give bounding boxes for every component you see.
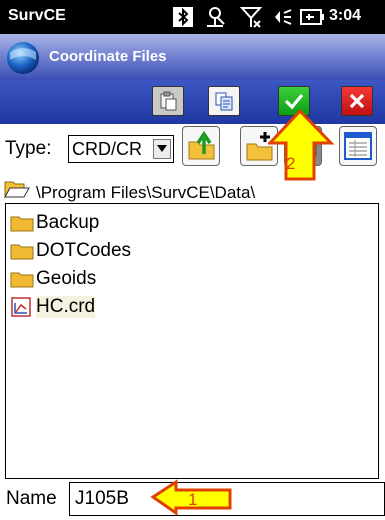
app-name: SurvCE xyxy=(8,7,66,24)
network-sync-icon[interactable] xyxy=(204,6,226,28)
folder-icon xyxy=(10,216,34,232)
callout-arrow-2 xyxy=(268,108,334,181)
windows-start-icon[interactable] xyxy=(5,40,43,76)
status-bar: SurvCE 3:04 xyxy=(0,0,385,34)
cancel-button[interactable] xyxy=(341,86,373,116)
list-item-label: DOTCodes xyxy=(36,240,132,261)
no-signal-icon[interactable] xyxy=(240,6,262,28)
title-bar: Coordinate Files xyxy=(0,34,385,80)
type-dropdown[interactable]: CRD/CR xyxy=(68,135,174,163)
callout-number-1: 1 xyxy=(188,490,198,509)
battery-icon[interactable] xyxy=(300,6,326,28)
path-text: \Program Files\SurvCE\Data\ xyxy=(36,183,256,202)
folder-icon xyxy=(10,244,34,260)
name-label: Name xyxy=(6,488,57,509)
folder-icon xyxy=(10,272,34,288)
close-x-icon xyxy=(349,93,365,109)
list-view-button[interactable] xyxy=(339,126,377,166)
copy-icon xyxy=(215,92,233,111)
copy-button[interactable] xyxy=(208,86,240,116)
folder-up-button[interactable] xyxy=(182,126,220,166)
bluetooth-icon[interactable] xyxy=(172,6,194,28)
list-view-icon xyxy=(344,132,372,160)
open-folder-icon xyxy=(4,181,30,198)
list-item-label: Geoids xyxy=(36,268,97,289)
paste-button[interactable] xyxy=(152,86,184,116)
list-item-label: HC.crd xyxy=(36,296,96,318)
type-dropdown-value: CRD/CR xyxy=(72,139,142,159)
paste-icon xyxy=(160,91,177,111)
folder-up-icon xyxy=(188,130,215,160)
crd-file-icon xyxy=(11,297,31,317)
callout-number-2: 2 xyxy=(286,154,296,173)
list-item-label: Backup xyxy=(36,212,100,233)
type-label: Type: xyxy=(5,138,52,159)
volume-icon[interactable] xyxy=(271,6,293,28)
clock[interactable]: 3:04 xyxy=(329,7,361,25)
chevron-down-icon[interactable] xyxy=(153,139,171,159)
file-list[interactable]: Backup DOTCodes Geoids HC.crd xyxy=(5,203,379,479)
window-title: Coordinate Files xyxy=(49,48,167,65)
